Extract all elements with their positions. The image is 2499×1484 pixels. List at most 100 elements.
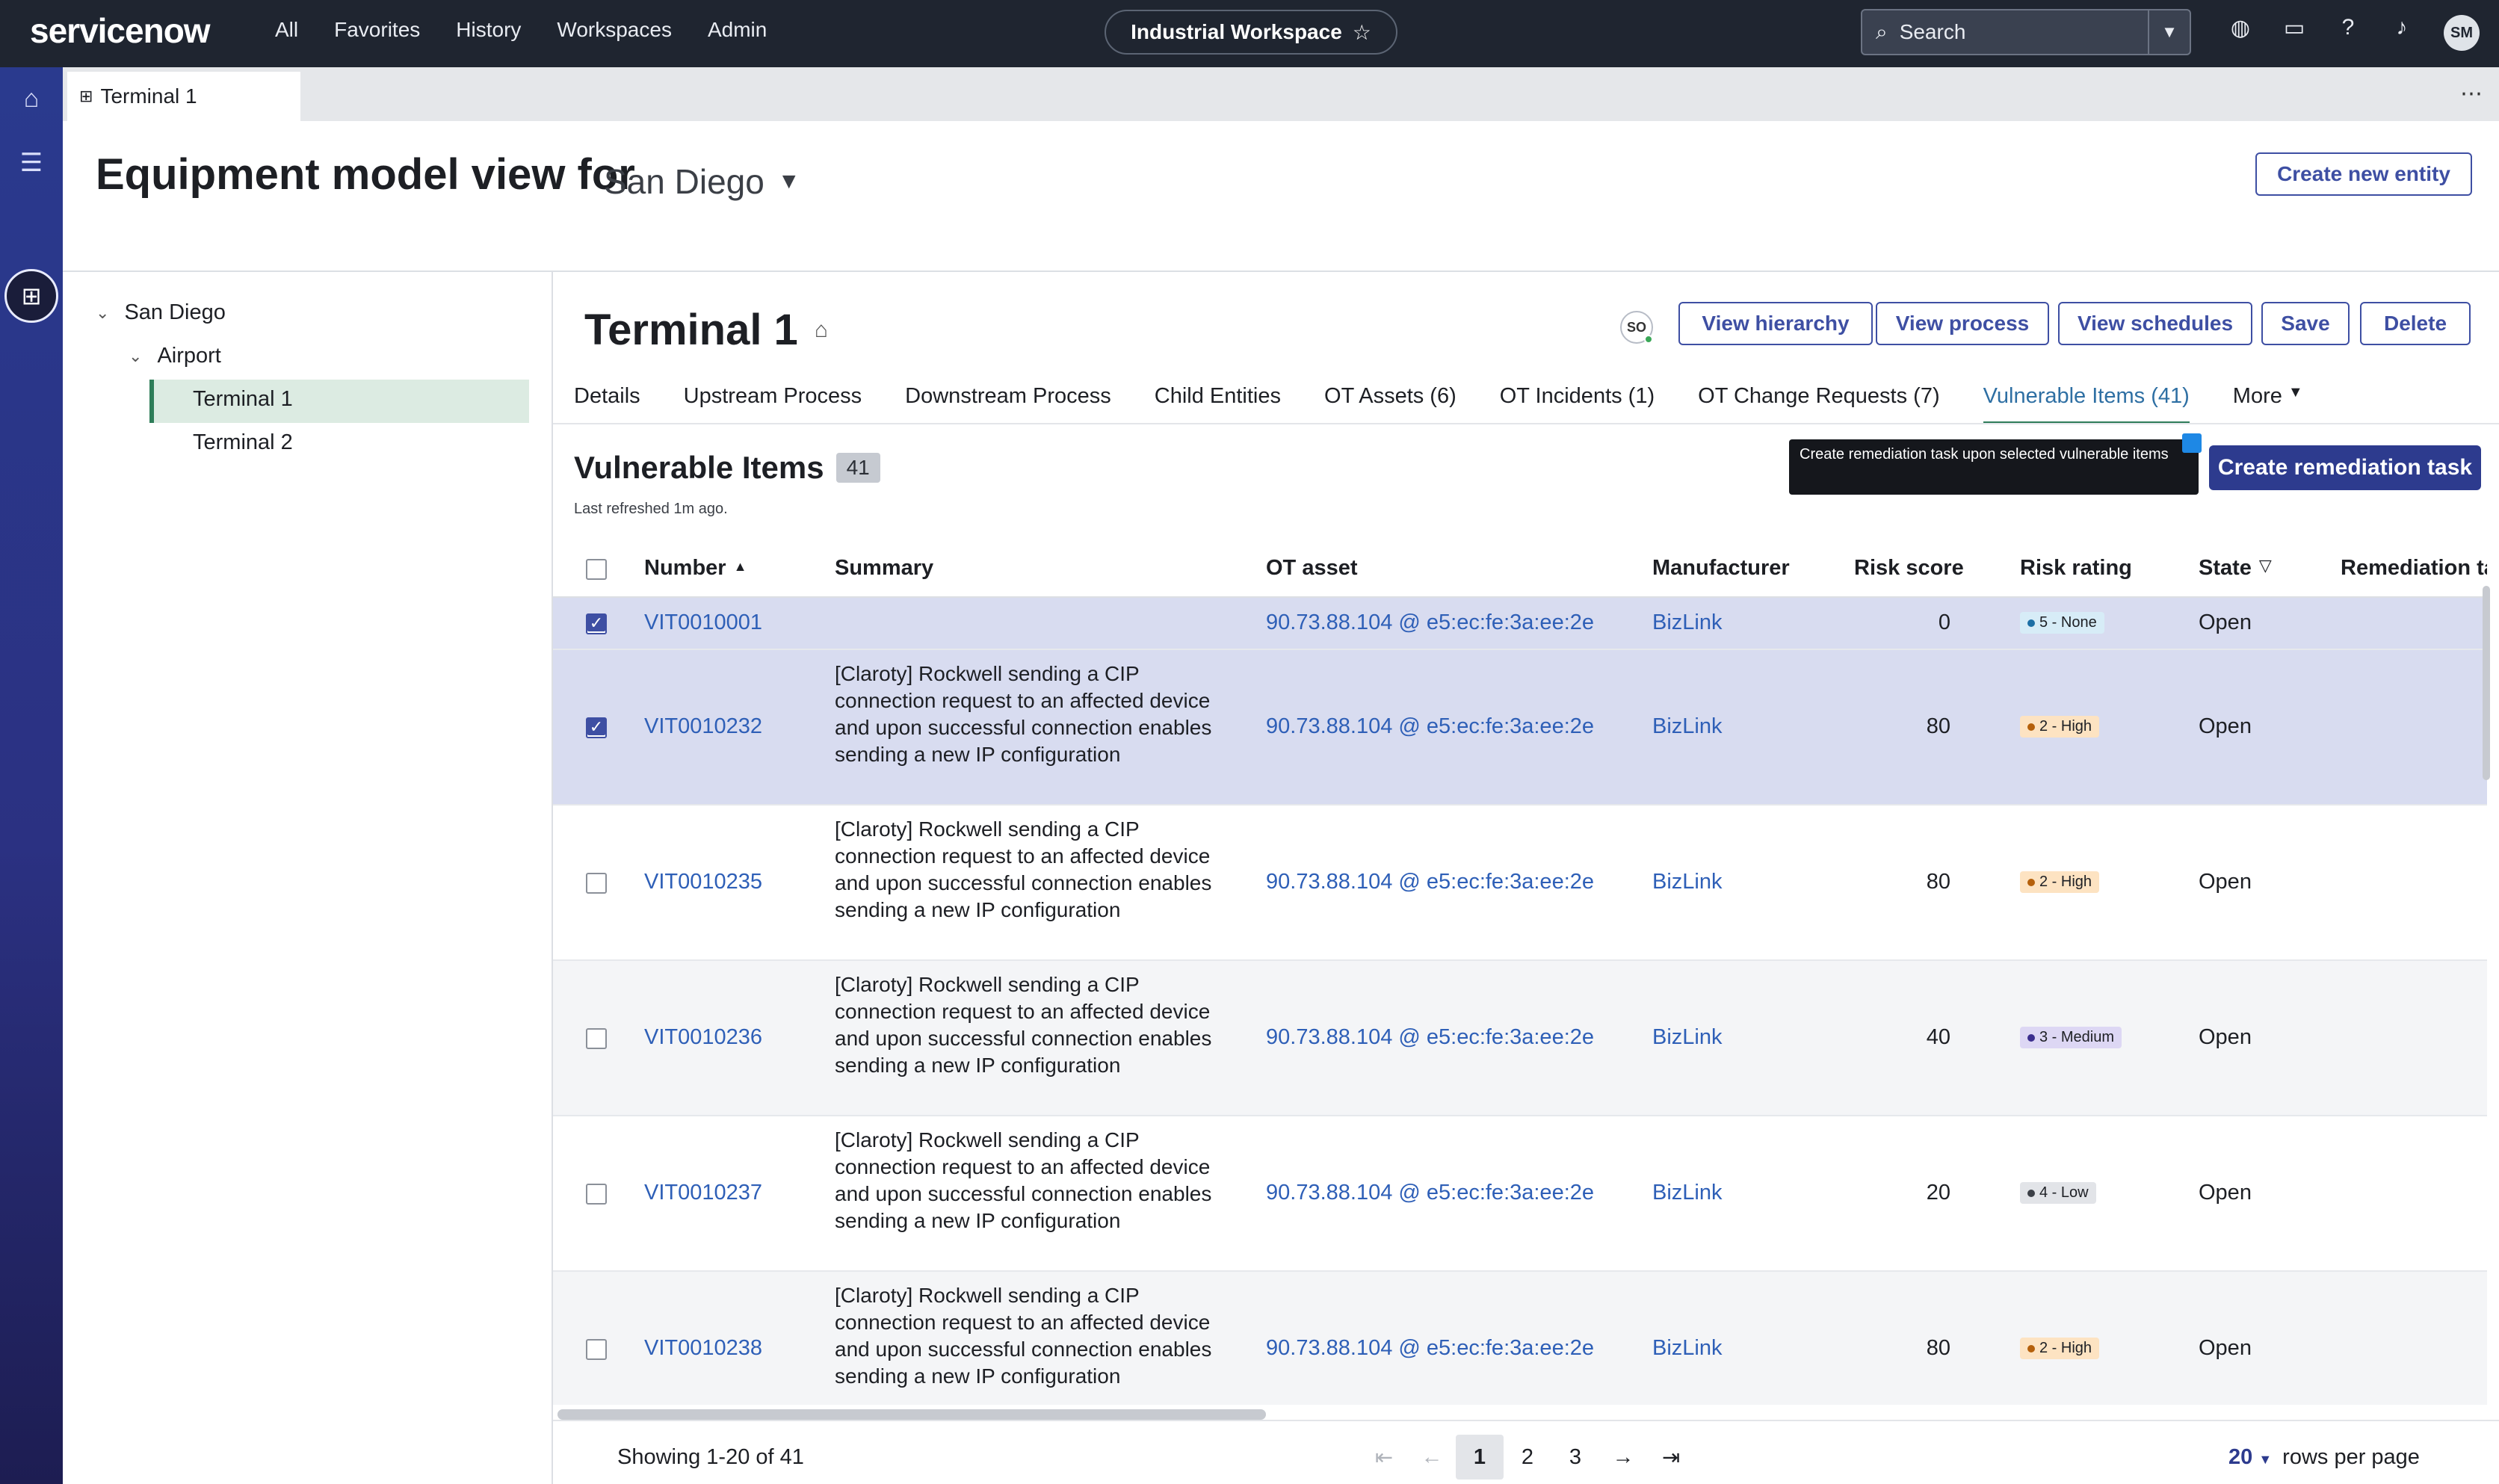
user-avatar[interactable]: SM	[2444, 15, 2480, 51]
servicenow-logo[interactable]: servicenow	[30, 10, 211, 51]
hierarchy-icon[interactable]: ⊞	[4, 269, 58, 323]
row-ot-asset-link[interactable]: 90.73.88.104 @ e5:ec:fe:3a:ee:2e	[1266, 714, 1594, 739]
column-header-manufacturer[interactable]: Manufacturer	[1652, 556, 1790, 581]
delete-button[interactable]: Delete	[2360, 302, 2471, 345]
row-checkbox[interactable]	[586, 717, 607, 738]
page-3[interactable]: 3	[1551, 1435, 1599, 1480]
menu-workspaces[interactable]: Workspaces	[557, 18, 672, 42]
chat-icon[interactable]: ▭	[2267, 15, 2321, 41]
table-row[interactable]: VIT0010001 90.73.88.104 @ e5:ec:fe:3a:ee:…	[553, 598, 2487, 650]
menu-favorites[interactable]: Favorites	[334, 18, 420, 42]
last-page-icon[interactable]: ⇥	[1647, 1435, 1695, 1480]
row-manufacturer-link[interactable]: BizLink	[1652, 714, 1723, 739]
previous-page-icon[interactable]: ←	[1408, 1435, 1456, 1480]
view-schedules-button[interactable]: View schedules	[2058, 302, 2252, 345]
more-options-icon[interactable]: ⋯	[2460, 81, 2483, 107]
tree-node-terminal-2[interactable]: Terminal 2	[193, 430, 293, 455]
column-header-risk-rating[interactable]: Risk rating	[2020, 556, 2132, 581]
workspace-pill[interactable]: Industrial Workspace ☆	[1105, 10, 1397, 55]
tab-downstream-process[interactable]: Downstream Process	[905, 384, 1111, 424]
row-state: Open	[2199, 1025, 2252, 1049]
bell-icon[interactable]: ♪	[2375, 15, 2429, 41]
home-icon[interactable]: ⌂	[13, 81, 49, 117]
menu-admin[interactable]: Admin	[708, 18, 767, 42]
create-remediation-task-button[interactable]: Create remediation task	[2209, 445, 2481, 490]
column-header-risk-score[interactable]: Risk score	[1854, 556, 1964, 581]
chevron-down-icon[interactable]: ⌄	[96, 303, 109, 323]
view-hierarchy-button[interactable]: View hierarchy	[1678, 302, 1873, 345]
row-ot-asset-link[interactable]: 90.73.88.104 @ e5:ec:fe:3a:ee:2e	[1266, 610, 1594, 635]
row-number-link[interactable]: VIT0010232	[644, 714, 762, 739]
presence-avatar[interactable]: SO	[1620, 311, 1653, 344]
row-manufacturer-link[interactable]: BizLink	[1652, 1336, 1723, 1361]
rows-per-page-select[interactable]: 20 ▼	[2228, 1445, 2272, 1470]
tag-icon[interactable]: ⌂	[815, 318, 828, 343]
chevron-down-icon[interactable]: ⌄	[129, 347, 142, 366]
row-checkbox[interactable]	[586, 1184, 607, 1205]
entity-title: Terminal 1 ⌂	[584, 305, 828, 355]
globe-icon[interactable]: ◍	[2214, 15, 2267, 41]
first-page-icon[interactable]: ⇤	[1360, 1435, 1408, 1480]
row-checkbox[interactable]	[586, 1028, 607, 1049]
global-search[interactable]: ⌕ Search ▼	[1861, 9, 2191, 55]
horizontal-scrollbar[interactable]	[557, 1409, 1266, 1420]
row-number-link[interactable]: VIT0010001	[644, 610, 762, 635]
create-new-entity-button[interactable]: Create new entity	[2255, 152, 2472, 196]
star-icon[interactable]: ☆	[1353, 20, 1371, 45]
page-2[interactable]: 2	[1504, 1435, 1551, 1480]
table-row[interactable]: VIT0010237 [Claroty] Rockwell sending a C…	[553, 1116, 2487, 1272]
tab-upstream-process[interactable]: Upstream Process	[684, 384, 862, 424]
tab-more-label: More	[2232, 384, 2282, 408]
table-row[interactable]: VIT0010238 [Claroty] Rockwell sending a C…	[553, 1272, 2487, 1405]
table-row[interactable]: VIT0010236 [Claroty] Rockwell sending a C…	[553, 961, 2487, 1116]
row-manufacturer-link[interactable]: BizLink	[1652, 1025, 1723, 1050]
column-header-summary[interactable]: Summary	[835, 556, 933, 581]
tab-terminal-1[interactable]: ⊞ Terminal 1	[67, 72, 300, 121]
table-row[interactable]: VIT0010232 [Claroty] Rockwell sending a C…	[553, 650, 2487, 806]
row-manufacturer-link[interactable]: BizLink	[1652, 610, 1723, 635]
tab-child-entities[interactable]: Child Entities	[1155, 384, 1281, 424]
tab-ot-incidents[interactable]: OT Incidents (1)	[1500, 384, 1655, 424]
row-number-link[interactable]: VIT0010237	[644, 1181, 762, 1205]
row-manufacturer-link[interactable]: BizLink	[1652, 870, 1723, 894]
row-manufacturer-link[interactable]: BizLink	[1652, 1181, 1723, 1205]
filter-icon[interactable]: ▽	[2259, 556, 2272, 581]
select-all-checkbox[interactable]	[586, 559, 607, 580]
row-checkbox[interactable]	[586, 613, 607, 634]
save-button[interactable]: Save	[2261, 302, 2350, 345]
view-process-button[interactable]: View process	[1876, 302, 2049, 345]
row-ot-asset-link[interactable]: 90.73.88.104 @ e5:ec:fe:3a:ee:2e	[1266, 870, 1594, 894]
menu-history[interactable]: History	[456, 18, 521, 42]
row-ot-asset-link[interactable]: 90.73.88.104 @ e5:ec:fe:3a:ee:2e	[1266, 1336, 1594, 1361]
vertical-scrollbar[interactable]	[2483, 586, 2490, 780]
tree-node-label: Terminal 2	[193, 430, 293, 454]
column-header-number[interactable]: Number ▲	[644, 556, 747, 581]
help-icon[interactable]: ?	[2321, 15, 2375, 41]
tree-node-airport[interactable]: ⌄ Airport	[129, 344, 221, 368]
tab-ot-assets[interactable]: OT Assets (6)	[1324, 384, 1457, 424]
column-header-ot-asset[interactable]: OT asset	[1266, 556, 1358, 581]
column-header-remediation[interactable]: Remediation ta	[2341, 556, 2487, 581]
tab-vulnerable-items[interactable]: Vulnerable Items (41)	[1983, 384, 2190, 424]
row-number-link[interactable]: VIT0010235	[644, 870, 762, 894]
tab-details[interactable]: Details	[574, 384, 640, 424]
next-page-icon[interactable]: →	[1599, 1435, 1647, 1480]
table-row[interactable]: VIT0010235 [Claroty] Rockwell sending a C…	[553, 806, 2487, 961]
row-number-link[interactable]: VIT0010236	[644, 1025, 762, 1050]
column-header-state[interactable]: State ▽	[2199, 556, 2272, 581]
row-number-link[interactable]: VIT0010238	[644, 1336, 762, 1361]
row-ot-asset-link[interactable]: 90.73.88.104 @ e5:ec:fe:3a:ee:2e	[1266, 1181, 1594, 1205]
tree-node-san-diego[interactable]: ⌄ San Diego	[96, 300, 226, 325]
menu-all[interactable]: All	[275, 18, 298, 42]
search-input[interactable]: Search	[1900, 20, 1966, 44]
location-selector[interactable]: San Diego ▼	[604, 161, 800, 202]
row-checkbox[interactable]	[586, 1339, 607, 1360]
row-checkbox[interactable]	[586, 873, 607, 894]
row-ot-asset-link[interactable]: 90.73.88.104 @ e5:ec:fe:3a:ee:2e	[1266, 1025, 1594, 1050]
tab-more[interactable]: More ▼	[2233, 384, 2303, 424]
list-icon[interactable]: ☰	[13, 145, 49, 181]
search-scope-dropdown[interactable]: ▼	[2148, 10, 2190, 54]
page-1[interactable]: 1	[1456, 1435, 1504, 1480]
tree-node-terminal-1[interactable]: Terminal 1	[193, 387, 293, 412]
tab-ot-change-requests[interactable]: OT Change Requests (7)	[1698, 384, 1939, 424]
